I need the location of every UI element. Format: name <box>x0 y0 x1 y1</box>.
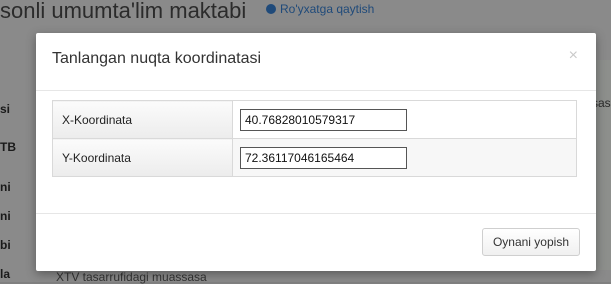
sidebar-fragment: la <box>0 267 11 281</box>
close-modal-button[interactable]: Oynani yopish <box>481 228 580 256</box>
sidebar-fragment: si <box>0 102 11 116</box>
back-link[interactable]: Ro'yxatga qaytish <box>266 2 374 16</box>
coordinates-modal: Tanlangan nuqta koordinatasi × X-Koordin… <box>36 33 596 271</box>
back-link-label: Ro'yxatga qaytish <box>280 2 375 16</box>
table-row: X-Koordinata <box>52 100 577 139</box>
table-row: Y-Koordinata <box>52 138 577 177</box>
y-coordinate-label: Y-Koordinata <box>52 138 233 177</box>
modal-header: Tanlangan nuqta koordinatasi × <box>36 33 596 91</box>
x-coordinate-label: X-Koordinata <box>52 100 233 139</box>
x-coordinate-field[interactable] <box>240 108 407 131</box>
x-coordinate-cell <box>232 100 577 139</box>
sidebar-fragment: bi <box>0 238 11 252</box>
y-coordinate-cell <box>232 138 577 177</box>
close-icon[interactable]: × <box>569 47 578 65</box>
y-coordinate-field[interactable] <box>240 146 407 169</box>
modal-title: Tanlangan nuqta koordinatasi <box>52 50 262 67</box>
back-arrow-icon <box>266 4 276 14</box>
modal-footer: Oynani yopish <box>36 213 596 272</box>
sidebar-fragment: ТВ <box>0 140 16 154</box>
sidebar-fragment: ni <box>0 209 11 223</box>
sidebar-fragment: ni <box>0 180 11 194</box>
page-title: sonli umumta'lim maktabi <box>0 0 247 23</box>
coordinates-table: X-Koordinata Y-Koordinata <box>52 100 577 177</box>
